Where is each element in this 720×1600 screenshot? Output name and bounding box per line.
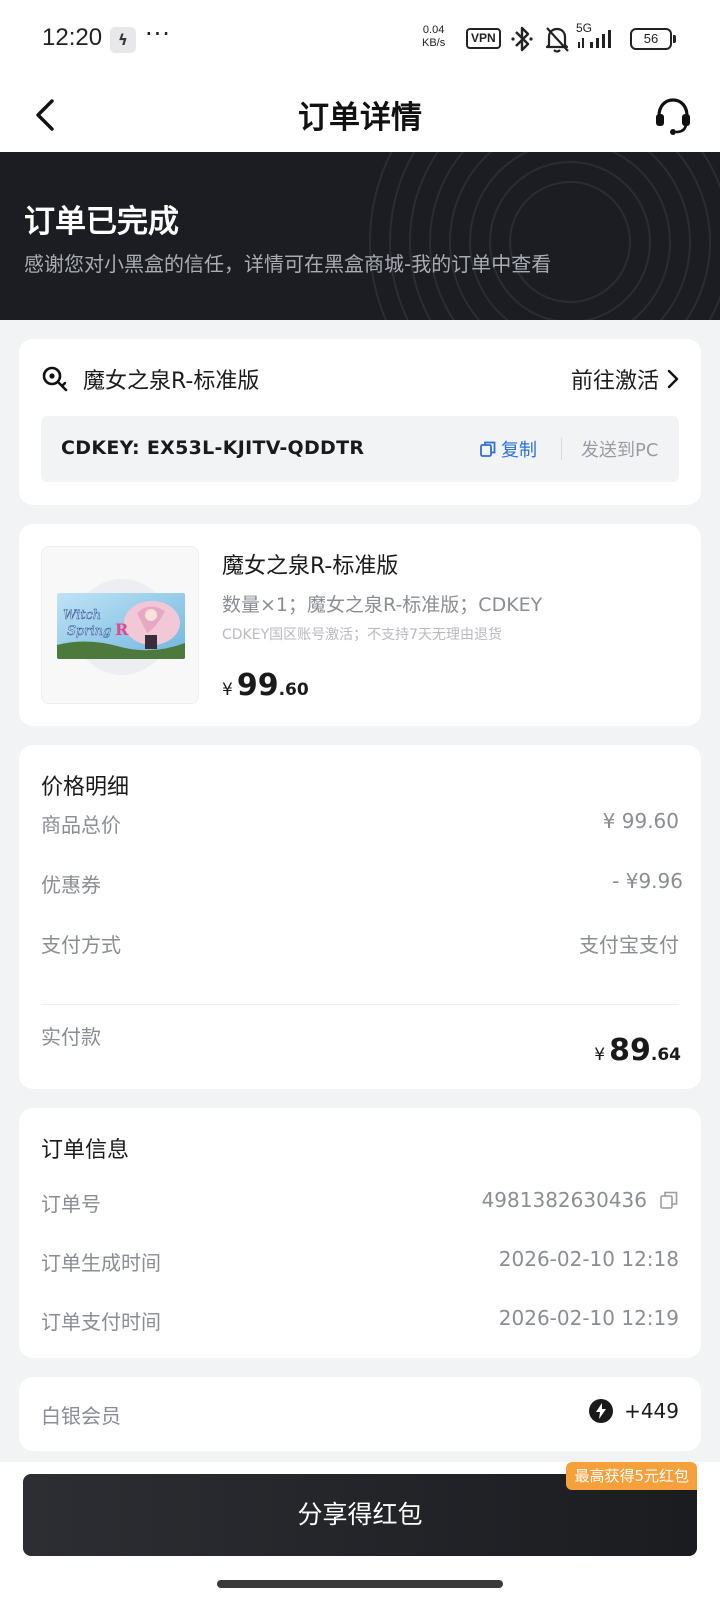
- status-bar: 12:20 ϟ ··· 0.04 KB/s VPN 5G 56: [0, 0, 720, 78]
- product-price-currency: ¥: [222, 680, 233, 700]
- order-info-card: 订单信息 订单号 4981382630436 订单生成时间 2026-02-10…: [19, 1108, 701, 1358]
- paid-amount-label: 实付款: [41, 1025, 101, 1049]
- copy-order-number-icon[interactable]: [659, 1190, 679, 1210]
- nav-bar: 订单详情: [0, 78, 720, 152]
- order-paid-time-label: 订单支付时间: [41, 1310, 161, 1334]
- signal-network-label: 5G: [576, 21, 592, 35]
- order-status-title: 订单已完成: [24, 204, 179, 240]
- price-detail-title: 价格明细: [41, 775, 130, 800]
- network-speed: 0.04 KB/s: [422, 24, 445, 50]
- heybox-coin-icon: [589, 1399, 614, 1423]
- battery-icon: 56: [630, 28, 676, 50]
- headset-icon: [656, 98, 690, 135]
- customer-service-button[interactable]: [646, 88, 700, 142]
- order-number-value: 4981382630436: [481, 1188, 647, 1212]
- home-indicator[interactable]: [217, 1580, 503, 1588]
- payment-method-label: 支付方式: [41, 933, 121, 957]
- membership-card: 白银会员 +449: [19, 1377, 701, 1451]
- member-points: +449: [588, 1398, 679, 1424]
- activation-card: 魔女之泉R-标准版 前往激活 CDKEY: EX53L-KJITV-QDDTR …: [19, 339, 701, 505]
- product-price: ¥99.60: [222, 668, 309, 703]
- cdkey-divider: [561, 438, 562, 460]
- coupon-value: - ¥9.96: [612, 869, 683, 893]
- svg-text:R: R: [115, 620, 129, 639]
- app-notification-icon: ϟ: [110, 27, 136, 53]
- paid-amount-integer: 89: [609, 1033, 651, 1068]
- network-speed-value: 0.04: [422, 24, 445, 36]
- order-paid-time-value: 2026-02-10 12:19: [498, 1306, 679, 1330]
- send-to-pc-button[interactable]: 发送到PC: [581, 436, 658, 462]
- chevron-right-icon: [667, 369, 679, 389]
- cdkey-box: CDKEY: EX53L-KJITV-QDDTR 复制 发送到PC: [41, 416, 679, 482]
- product-cover-image: Witch Spring R: [57, 593, 185, 659]
- product-card[interactable]: Witch Spring R 魔女之泉R-标准版 数量×1；魔女之泉R-标准版；…: [19, 524, 701, 726]
- cdkey-value: CDKEY: EX53L-KJITV-QDDTR: [61, 437, 365, 459]
- product-thumbnail: Witch Spring R: [41, 546, 199, 704]
- price-detail-card: 价格明细 商品总价 ¥ 99.60 优惠券 - ¥9.96 支付方式 支付宝支付…: [19, 745, 701, 1089]
- order-status-banner: 订单已完成 感谢您对小黑盒的信任，详情可在黑盒商城-我的订单中查看: [0, 152, 720, 320]
- signal-5g-icon: 5G: [576, 20, 622, 58]
- paid-amount-decimal: .64: [650, 1045, 681, 1065]
- member-level-label: 白银会员: [41, 1404, 121, 1428]
- copy-label: 复制: [501, 440, 537, 461]
- bottom-bar: 分享得红包 最高获得5元红包: [0, 1462, 720, 1600]
- decorative-rings: [369, 152, 720, 320]
- order-created-label: 订单生成时间: [41, 1251, 161, 1275]
- promo-badge: 最高获得5元红包: [566, 1462, 697, 1490]
- product-price-decimal: .60: [278, 680, 309, 700]
- paid-amount-currency: ¥: [594, 1045, 606, 1065]
- page-title: 订单详情: [298, 100, 422, 136]
- network-speed-unit: KB/s: [422, 37, 446, 49]
- order-number-label: 订单号: [41, 1192, 101, 1216]
- total-price-label: 商品总价: [41, 813, 121, 837]
- product-price-integer: 99: [236, 668, 279, 703]
- order-number-row: 4981382630436: [482, 1188, 679, 1212]
- product-spec: 数量×1；魔女之泉R-标准版；CDKEY: [222, 594, 543, 616]
- bell-muted-icon: [543, 24, 571, 58]
- member-points-value: +449: [624, 1399, 679, 1423]
- price-divider: [41, 1004, 679, 1005]
- go-activate-link[interactable]: 前往激活: [571, 363, 679, 395]
- product-note: CDKEY国区账号激活；不支持7天无理由退货: [222, 627, 503, 643]
- activation-product-row: 魔女之泉R-标准版: [41, 363, 259, 395]
- key-search-icon: [42, 366, 68, 392]
- svg-text:Witch: Witch: [63, 608, 101, 623]
- svg-text:Spring: Spring: [67, 624, 111, 639]
- copy-icon: [480, 441, 496, 457]
- coupon-label: 优惠券: [41, 873, 101, 897]
- vpn-icon: VPN: [466, 28, 501, 49]
- order-info-title: 订单信息: [41, 1138, 130, 1163]
- copy-cdkey-button[interactable]: 复制: [479, 436, 537, 462]
- payment-method-value: 支付宝支付: [579, 933, 679, 957]
- total-price-value: ¥ 99.60: [602, 809, 679, 833]
- order-created-value: 2026-02-10 12:18: [498, 1247, 679, 1271]
- activation-product-name: 魔女之泉R-标准版: [83, 369, 260, 394]
- order-status-subtitle: 感谢您对小黑盒的信任，详情可在黑盒商城-我的订单中查看: [24, 252, 552, 276]
- status-time: 12:20: [42, 24, 103, 51]
- product-name: 魔女之泉R-标准版: [222, 554, 399, 579]
- go-activate-label: 前往激活: [570, 369, 659, 394]
- more-notifications-icon: ···: [145, 20, 171, 48]
- bluetooth-icon: [510, 24, 534, 58]
- paid-amount-value: ¥89.64: [594, 1033, 681, 1068]
